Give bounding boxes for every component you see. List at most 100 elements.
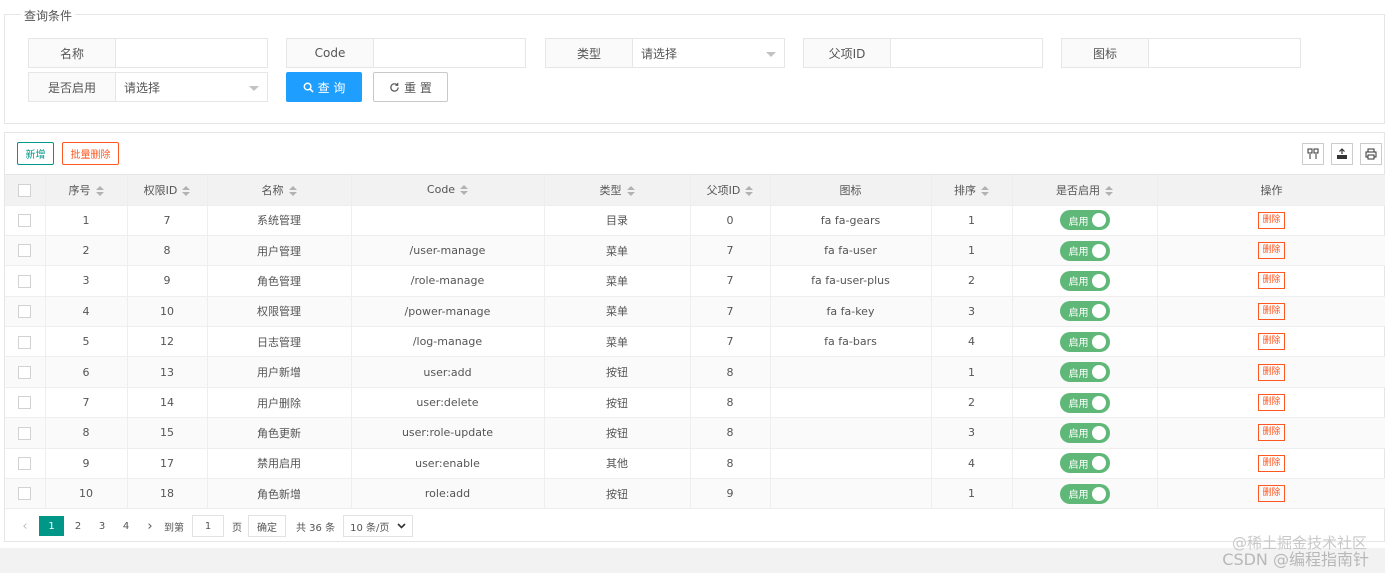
delete-button[interactable]: 删除 [1258,211,1285,229]
cell-sort: 1 [931,205,1013,236]
cell-action: 删除 [1157,296,1385,328]
sort-icon[interactable] [95,185,104,196]
column-header[interactable]: 权限ID [127,175,208,206]
cell-enabled: 启用 [1012,417,1158,449]
cell-enabled: 启用 [1012,205,1158,236]
sort-icon[interactable] [626,185,635,196]
sort-icon[interactable] [460,185,469,196]
goto-page-input[interactable]: 1 [192,515,224,537]
column-header[interactable]: 名称 [207,175,352,206]
cell-code: /log-manage [351,326,545,358]
chevron-down-icon [766,52,776,57]
row-checkbox[interactable] [18,365,32,379]
parent-id-label: 父项ID [803,38,891,68]
reset-button[interactable]: 重 置 [373,72,448,102]
cell-id: 17 [127,448,208,480]
toggle-label: 启用 [1068,307,1089,319]
cell-no: 8 [45,417,128,449]
enabled-toggle[interactable]: 启用 [1059,301,1110,322]
cell-action: 删除 [1157,478,1385,510]
enabled-toggle[interactable]: 启用 [1059,210,1110,231]
sort-icon[interactable] [288,185,297,196]
row-checkbox[interactable] [18,426,32,440]
column-header[interactable]: Code [351,175,545,206]
cell-icon: fa fa-bars [770,326,932,358]
page-button[interactable]: 3 [92,516,112,536]
toggle-knob [1091,486,1106,501]
enabled-toggle[interactable]: 启用 [1059,422,1110,443]
table-row: 1 7 系统管理 目录 0 fa fa-gears 1 启用 删除 [5,205,1385,236]
row-checkbox[interactable] [18,487,32,501]
sort-icon[interactable] [182,185,191,196]
column-header[interactable]: 序号 [45,175,128,206]
column-header[interactable]: 父项ID [690,175,771,206]
prev-page-icon[interactable]: ‹ [15,516,35,536]
row-checkbox[interactable] [18,244,32,258]
delete-button[interactable]: 删除 [1258,363,1285,381]
row-select-cell[interactable] [5,235,46,267]
add-button[interactable]: 新增 [17,142,54,165]
row-select-cell[interactable] [5,205,46,236]
table-row: 6 13 用户新增 user:add 按钮 8 1 启用 删除 [5,356,1385,388]
delete-button[interactable]: 删除 [1258,485,1285,503]
row-select-cell[interactable] [5,356,46,388]
column-header-label: 权限ID [143,183,178,197]
delete-button[interactable]: 删除 [1258,454,1285,472]
row-checkbox[interactable] [18,457,32,471]
row-select-cell[interactable] [5,387,46,419]
select-all-cell[interactable] [5,175,46,206]
icon-input[interactable] [1149,38,1301,68]
toggle-knob [1091,334,1106,349]
delete-button[interactable]: 删除 [1258,424,1285,442]
page-button[interactable]: 1 [39,516,64,536]
row-select-cell[interactable] [5,478,46,510]
row-select-cell[interactable] [5,448,46,480]
code-input[interactable] [374,38,526,68]
row-checkbox[interactable] [18,396,32,410]
row-select-cell[interactable] [5,296,46,328]
delete-button[interactable]: 删除 [1258,394,1285,412]
confirm-button[interactable]: 确定 [248,515,286,537]
search-button[interactable]: 查 询 [286,72,362,102]
next-page-icon[interactable]: › [140,516,160,536]
sort-icon[interactable] [981,185,989,196]
row-select-cell[interactable] [5,417,46,449]
row-checkbox[interactable] [18,274,32,288]
page-button[interactable]: 2 [68,516,88,536]
name-input[interactable] [116,38,268,68]
enabled-toggle[interactable]: 启用 [1059,270,1110,291]
enabled-toggle[interactable]: 启用 [1059,392,1110,413]
row-select-cell[interactable] [5,326,46,358]
column-header[interactable]: 是否启用 [1012,175,1158,206]
cell-name: 角色更新 [207,417,352,449]
sort-icon[interactable] [1105,185,1113,196]
column-header[interactable]: 类型 [544,175,691,206]
columns-filter-icon[interactable] [1302,143,1324,165]
enabled-toggle[interactable]: 启用 [1059,240,1110,261]
column-header[interactable]: 排序 [931,175,1013,206]
enabled-select[interactable]: 请选择 [116,72,268,102]
delete-button[interactable]: 删除 [1258,242,1285,260]
export-icon[interactable] [1331,143,1353,165]
sort-icon[interactable] [745,185,754,196]
row-checkbox[interactable] [18,335,32,349]
enabled-toggle[interactable]: 启用 [1059,453,1110,474]
row-checkbox[interactable] [18,305,32,319]
delete-button[interactable]: 删除 [1258,272,1285,290]
enabled-toggle[interactable]: 启用 [1059,483,1110,504]
enabled-toggle[interactable]: 启用 [1059,362,1110,383]
select-all-checkbox[interactable] [18,183,32,197]
enabled-toggle[interactable]: 启用 [1059,331,1110,352]
query-panel: 查询条件 [4,7,1385,124]
type-select[interactable]: 请选择 [633,38,785,68]
batch-delete-button[interactable]: 批量删除 [62,142,119,165]
row-select-cell[interactable] [5,265,46,297]
delete-button[interactable]: 删除 [1258,333,1285,351]
delete-button[interactable]: 删除 [1258,302,1285,320]
row-checkbox[interactable] [18,213,32,227]
print-icon[interactable] [1360,143,1382,165]
page-size-select[interactable]: 10 条/页 [343,515,414,537]
parent-id-input[interactable] [891,38,1043,68]
page-button[interactable]: 4 [116,516,136,536]
cell-pid: 0 [690,205,771,236]
